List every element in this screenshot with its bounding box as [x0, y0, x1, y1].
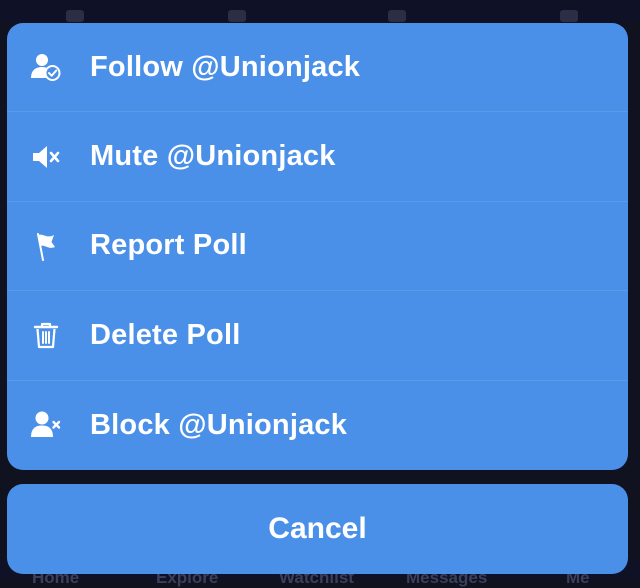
follow-user-button[interactable]: Follow @Unionjack — [7, 23, 628, 113]
background-profile-icon — [560, 10, 578, 22]
mute-speaker-icon — [29, 140, 63, 174]
report-poll-label: Report Poll — [90, 229, 247, 262]
cancel-label: Cancel — [268, 512, 367, 545]
report-poll-button[interactable]: Report Poll — [7, 202, 628, 292]
action-sheet: Follow @Unionjack Mute @Unionjack Report… — [7, 23, 628, 470]
background-search-icon — [66, 10, 84, 22]
block-user-button[interactable]: Block @Unionjack — [7, 381, 628, 470]
block-user-label: Block @Unionjack — [90, 408, 348, 441]
background-compose-icon — [388, 10, 406, 22]
delete-poll-button[interactable]: Delete Poll — [7, 291, 628, 381]
mute-user-button[interactable]: Mute @Unionjack — [7, 112, 628, 202]
background-top-bar — [0, 0, 640, 22]
block-user-icon — [29, 408, 63, 442]
follow-user-icon — [29, 50, 63, 84]
delete-poll-label: Delete Poll — [90, 318, 241, 351]
cancel-button[interactable]: Cancel — [7, 484, 628, 574]
mute-user-label: Mute @Unionjack — [90, 140, 336, 173]
flag-icon — [29, 229, 63, 263]
follow-user-label: Follow @Unionjack — [90, 50, 361, 83]
background-megaphone-icon — [228, 10, 246, 22]
trash-icon — [29, 318, 63, 352]
